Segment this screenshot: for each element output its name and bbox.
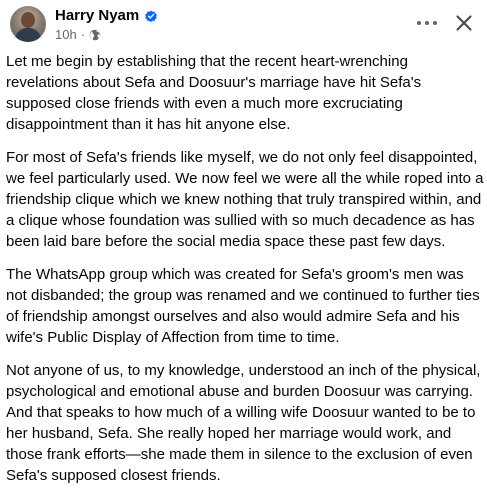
close-icon	[456, 15, 472, 31]
post-paragraph: Not anyone of us, to my knowledge, under…	[6, 362, 481, 484]
more-dot	[433, 21, 437, 25]
post-meta: 10h ·	[55, 27, 101, 42]
post-header: Harry Nyam 10h ·	[0, 0, 487, 50]
more-dot	[425, 21, 429, 25]
post-paragraph: Let me begin by establishing that the re…	[6, 53, 422, 133]
more-options-button[interactable]	[412, 10, 442, 36]
avatar-face	[21, 12, 35, 28]
avatar[interactable]	[10, 6, 46, 42]
post-paragraph: For most of Sefa's friends like myself, …	[6, 149, 484, 250]
close-button[interactable]	[450, 9, 478, 37]
globe-icon[interactable]	[89, 29, 101, 41]
post-card: Harry Nyam 10h · Let me begin by establi…	[0, 0, 487, 484]
author-name[interactable]: Harry Nyam	[55, 7, 139, 24]
post-body: Let me begin by establishing that the re…	[6, 51, 484, 498]
more-options-icon	[417, 21, 421, 25]
post-paragraph: The WhatsApp group which was created for…	[6, 266, 480, 346]
avatar-body	[15, 28, 41, 42]
meta-separator: ·	[80, 27, 86, 42]
timestamp-link[interactable]: 10h	[55, 27, 77, 42]
author-row: Harry Nyam	[55, 7, 158, 24]
verified-badge-icon	[145, 10, 157, 22]
